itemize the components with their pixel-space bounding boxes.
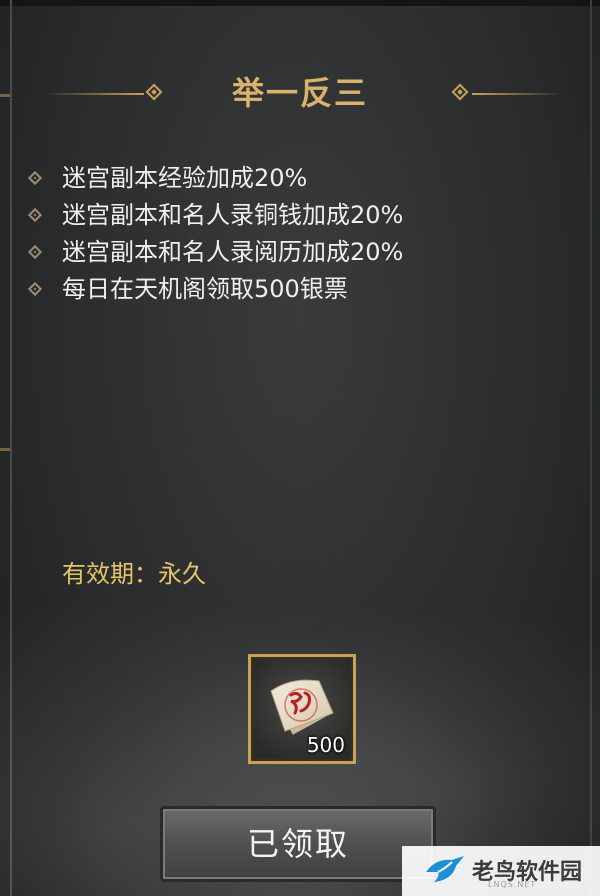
validity-row: 有效期：永久 xyxy=(62,557,206,591)
diamond-bullet-icon xyxy=(27,170,43,186)
reward-item-slot[interactable]: 500 xyxy=(248,654,356,764)
benefit-list: 迷宫副本经验加成20% 迷宫副本和名人录铜钱加成20% 迷宫副本和名人录阅历加成… xyxy=(26,160,586,308)
benefit-text: 迷宫副本经验加成20% xyxy=(62,164,308,192)
benefit-item: 迷宫副本和名人录铜钱加成20% xyxy=(26,197,586,234)
benefit-item: 迷宫副本经验加成20% xyxy=(26,160,586,197)
benefit-text: 迷宫副本和名人录阅历加成20% xyxy=(62,238,404,266)
validity-value: 永久 xyxy=(158,560,206,588)
item-count: 500 xyxy=(306,733,345,757)
benefit-text: 迷宫副本和名人录铜钱加成20% xyxy=(62,201,404,229)
claimed-button[interactable]: 已领取 xyxy=(160,806,436,882)
benefit-text: 每日在天机阁领取500银票 xyxy=(62,275,348,303)
title-ornament-line-right xyxy=(472,93,562,95)
benefit-item: 迷宫副本和名人录阅历加成20% xyxy=(26,234,586,271)
watermark: 老鸟软件园 LNQS.NET xyxy=(402,846,600,896)
validity-label: 有效期： xyxy=(62,560,158,588)
benefit-panel: 举一反三 迷宫副本经验加成20% 迷宫副本和名人录铜钱加成20% 迷宫副本和名人… xyxy=(0,0,600,896)
benefit-item: 每日在天机阁领取500银票 xyxy=(26,271,586,308)
diamond-bullet-icon xyxy=(27,244,43,260)
frame-edge-mark xyxy=(0,448,10,451)
panel-top-frame xyxy=(0,0,600,6)
diamond-bullet-icon xyxy=(27,207,43,223)
diamond-bullet-icon xyxy=(27,281,43,297)
watermark-sub: LNQS.NET xyxy=(488,880,537,889)
bird-logo-icon xyxy=(426,856,464,882)
